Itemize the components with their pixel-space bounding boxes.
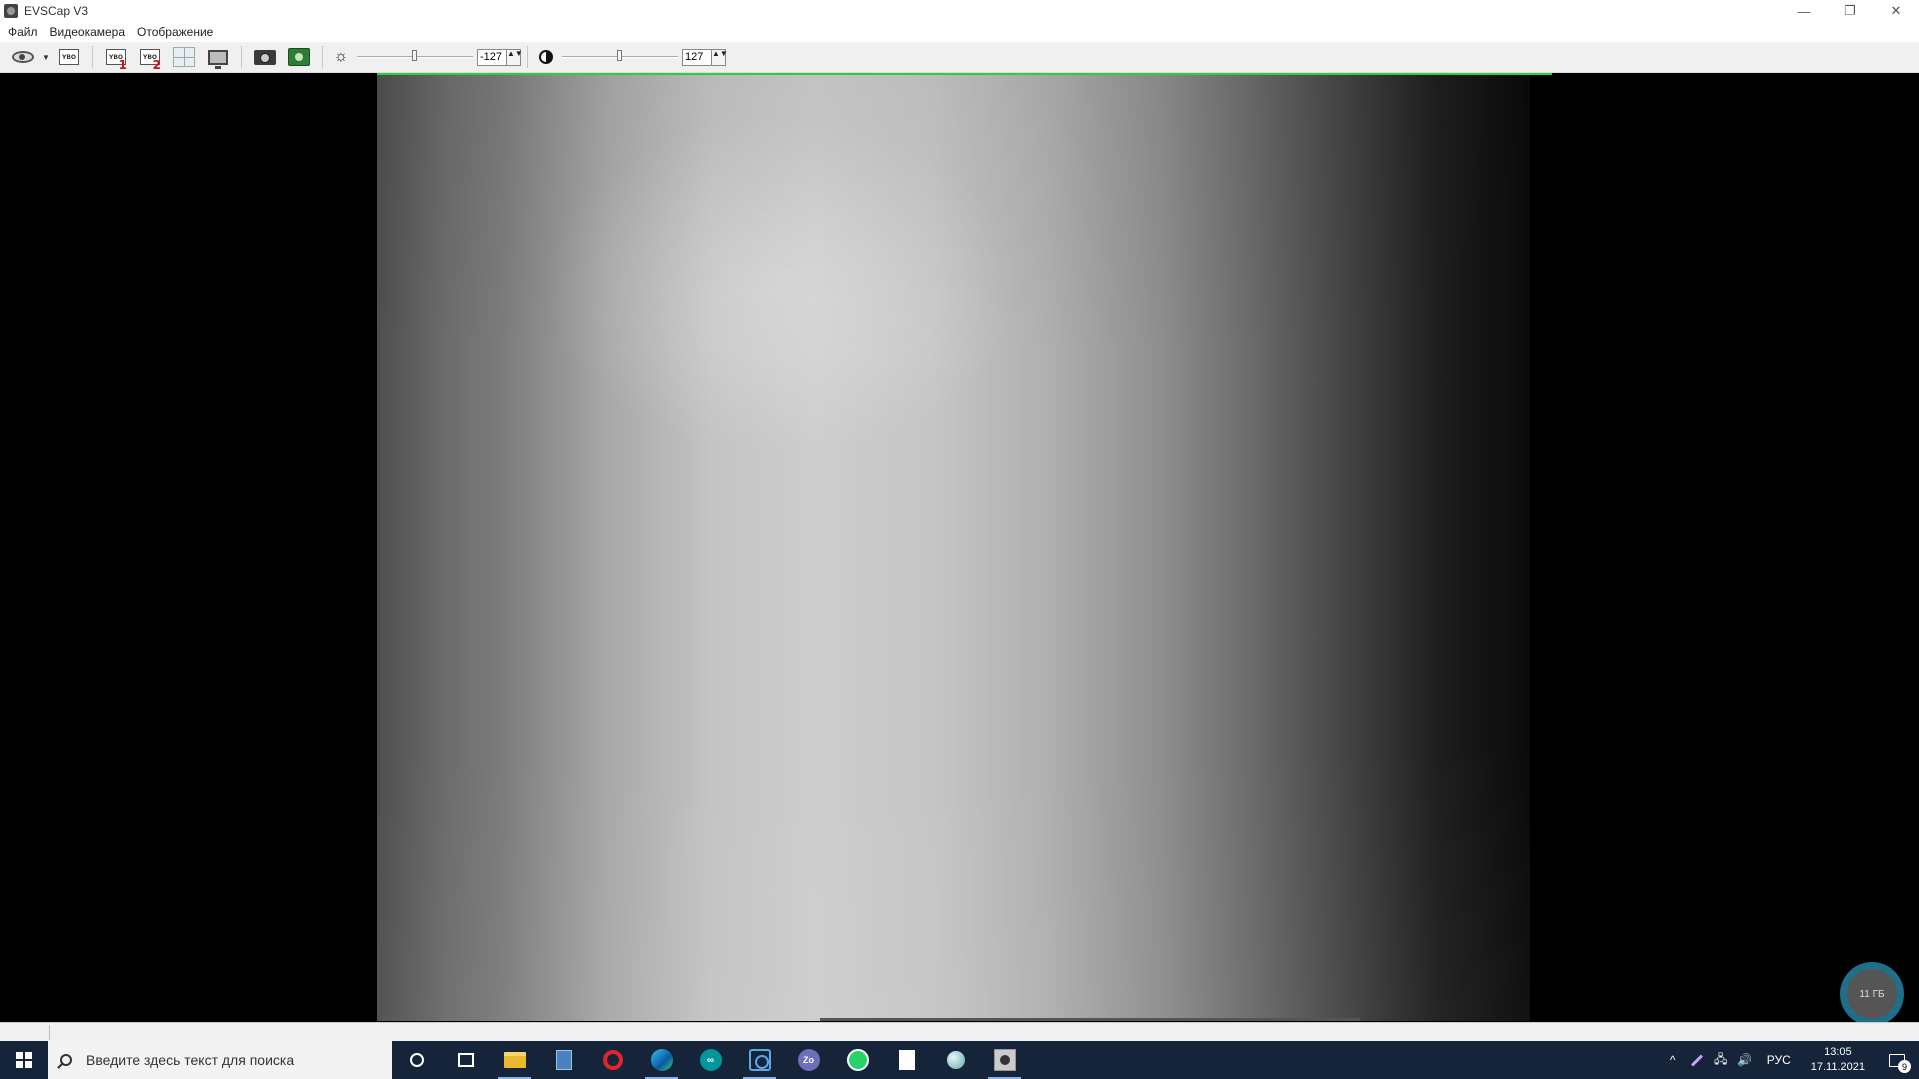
fullscreen-button[interactable] bbox=[201, 44, 235, 70]
horizontal-scroll-indicator[interactable] bbox=[820, 1018, 1360, 1021]
monitor-icon bbox=[208, 49, 228, 69]
search-icon bbox=[60, 1054, 72, 1066]
contrast-spinner[interactable]: 127 ▲▼ bbox=[682, 48, 728, 66]
window-controls: — ❐ ✕ bbox=[1781, 0, 1919, 22]
clock-date: 17.11.2021 bbox=[1810, 1061, 1865, 1073]
disk-space-badge[interactable]: 11 ГБ bbox=[1840, 962, 1904, 1026]
taskbar-arduino[interactable]: ∞ bbox=[686, 1041, 735, 1079]
contrast-value[interactable]: 127 bbox=[682, 48, 712, 66]
video-1-icon: YBO 1 bbox=[106, 49, 127, 72]
network-app-icon bbox=[748, 1049, 771, 1071]
toolbar-separator bbox=[322, 46, 323, 68]
toolbar-separator bbox=[527, 46, 528, 68]
windows-logo-icon bbox=[16, 1052, 32, 1068]
menu-bar: Файл Видеокамера Отображение bbox=[0, 22, 1919, 42]
taskbar-network-app[interactable] bbox=[735, 1041, 784, 1079]
pen-icon[interactable] bbox=[1685, 1041, 1709, 1079]
taskbar-zoom[interactable]: Zo bbox=[784, 1041, 833, 1079]
taskbar-search[interactable]: Введите здесь текст для поиска bbox=[48, 1041, 392, 1079]
status-pane bbox=[0, 1025, 50, 1040]
slider-thumb[interactable] bbox=[617, 50, 622, 61]
webcam-icon bbox=[12, 51, 34, 63]
arduino-icon: ∞ bbox=[699, 1049, 722, 1071]
video-source-icon: YBO bbox=[59, 49, 79, 65]
task-view-icon bbox=[457, 1053, 474, 1067]
brightness-slider[interactable] bbox=[357, 47, 473, 67]
video-1-button[interactable]: YBO 1 bbox=[99, 44, 133, 72]
network-icon[interactable]: 🖧 bbox=[1709, 1041, 1733, 1079]
minimize-button[interactable]: — bbox=[1781, 0, 1827, 22]
menu-display[interactable]: Отображение bbox=[131, 22, 219, 42]
taskbar-document[interactable] bbox=[882, 1041, 931, 1079]
zoom-icon: Zo bbox=[797, 1049, 820, 1071]
brightness-value[interactable]: -127 bbox=[477, 48, 507, 66]
evscap-icon bbox=[993, 1049, 1016, 1071]
system-tray: ^ 🖧 🔊 РУС 13:05 17.11.2021 9 bbox=[1661, 1041, 1919, 1079]
menu-file[interactable]: Файл bbox=[2, 22, 44, 42]
taskbar-opera[interactable] bbox=[588, 1041, 637, 1079]
window-title: EVSCap V3 bbox=[24, 4, 89, 18]
video-source-label: YBO bbox=[61, 53, 77, 61]
taskbar-whatsapp[interactable] bbox=[833, 1041, 882, 1079]
notification-count: 9 bbox=[1898, 1060, 1911, 1073]
start-button[interactable] bbox=[0, 1041, 48, 1079]
notifications-button[interactable]: 9 bbox=[1875, 1041, 1919, 1079]
spin-arrows-icon[interactable]: ▲▼ bbox=[507, 48, 523, 66]
spin-arrows-icon[interactable]: ▲▼ bbox=[712, 48, 728, 66]
record-icon bbox=[288, 48, 310, 66]
show-hidden-icons-chevron-icon[interactable]: ^ bbox=[1661, 1041, 1685, 1079]
restore-button[interactable]: ❐ bbox=[1827, 0, 1873, 22]
whatsapp-icon bbox=[846, 1049, 869, 1071]
language-indicator[interactable]: РУС bbox=[1757, 1053, 1801, 1067]
disk-space-label: 11 ГБ bbox=[1847, 969, 1897, 1019]
clock-time: 13:05 bbox=[1824, 1046, 1852, 1058]
camera-icon bbox=[254, 49, 276, 65]
taskbar-edge[interactable] bbox=[637, 1041, 686, 1079]
calculator-icon bbox=[555, 1050, 572, 1070]
volume-icon[interactable]: 🔊 bbox=[1733, 1041, 1757, 1079]
record-button[interactable] bbox=[282, 44, 316, 70]
clock[interactable]: 13:05 17.11.2021 bbox=[1801, 1045, 1875, 1075]
sun-icon: ☼ bbox=[333, 48, 349, 65]
taskbar-sphere-app[interactable] bbox=[931, 1041, 980, 1079]
video-2-index: 2 bbox=[152, 58, 161, 72]
video-2-icon: YBO 2 bbox=[140, 49, 161, 72]
taskbar-file-explorer[interactable] bbox=[490, 1041, 539, 1079]
taskbar: Введите здесь текст для поиска ∞ Zo ^ 🖧 … bbox=[0, 1041, 1919, 1079]
video-1-index: 1 bbox=[118, 58, 127, 72]
taskbar-calculator[interactable] bbox=[539, 1041, 588, 1079]
video-source-button[interactable]: YBO bbox=[52, 44, 86, 70]
grid-icon bbox=[173, 47, 195, 67]
status-bar bbox=[0, 1022, 1919, 1041]
taskbar-task-view[interactable] bbox=[441, 1041, 490, 1079]
contrast-icon bbox=[539, 50, 553, 64]
chevron-down-icon[interactable]: ▼ bbox=[40, 53, 52, 62]
edge-icon bbox=[650, 1049, 673, 1071]
document-icon bbox=[898, 1050, 915, 1070]
taskbar-cortana[interactable] bbox=[392, 1041, 441, 1079]
opera-icon bbox=[602, 1050, 623, 1070]
brightness-spinner[interactable]: -127 ▲▼ bbox=[477, 48, 523, 66]
toolbar-separator bbox=[241, 46, 242, 68]
slider-thumb[interactable] bbox=[412, 50, 417, 61]
grid-layout-button[interactable] bbox=[167, 44, 201, 70]
search-placeholder: Введите здесь текст для поиска bbox=[86, 1052, 295, 1068]
close-button[interactable]: ✕ bbox=[1873, 0, 1919, 22]
snapshot-button[interactable] bbox=[248, 44, 282, 70]
contrast-slider[interactable] bbox=[562, 47, 678, 67]
camera-select-button[interactable] bbox=[6, 44, 40, 70]
toolbar-separator bbox=[92, 46, 93, 68]
title-bar: EVSCap V3 — ❐ ✕ bbox=[0, 0, 1919, 22]
sphere-icon bbox=[946, 1051, 965, 1069]
video-2-button[interactable]: YBO 2 bbox=[133, 44, 167, 72]
cortana-icon bbox=[409, 1053, 424, 1067]
toolbar: ▼ YBO YBO 1 YBO 2 ☼ -127 ▲▼ 127 ▲▼ bbox=[0, 42, 1919, 73]
evscap-app-icon bbox=[4, 4, 18, 18]
folder-icon bbox=[503, 1052, 526, 1068]
taskbar-evscap[interactable] bbox=[980, 1041, 1029, 1079]
menu-videocamera[interactable]: Видеокамера bbox=[44, 22, 132, 42]
camera-video-feed[interactable] bbox=[377, 75, 1530, 1021]
